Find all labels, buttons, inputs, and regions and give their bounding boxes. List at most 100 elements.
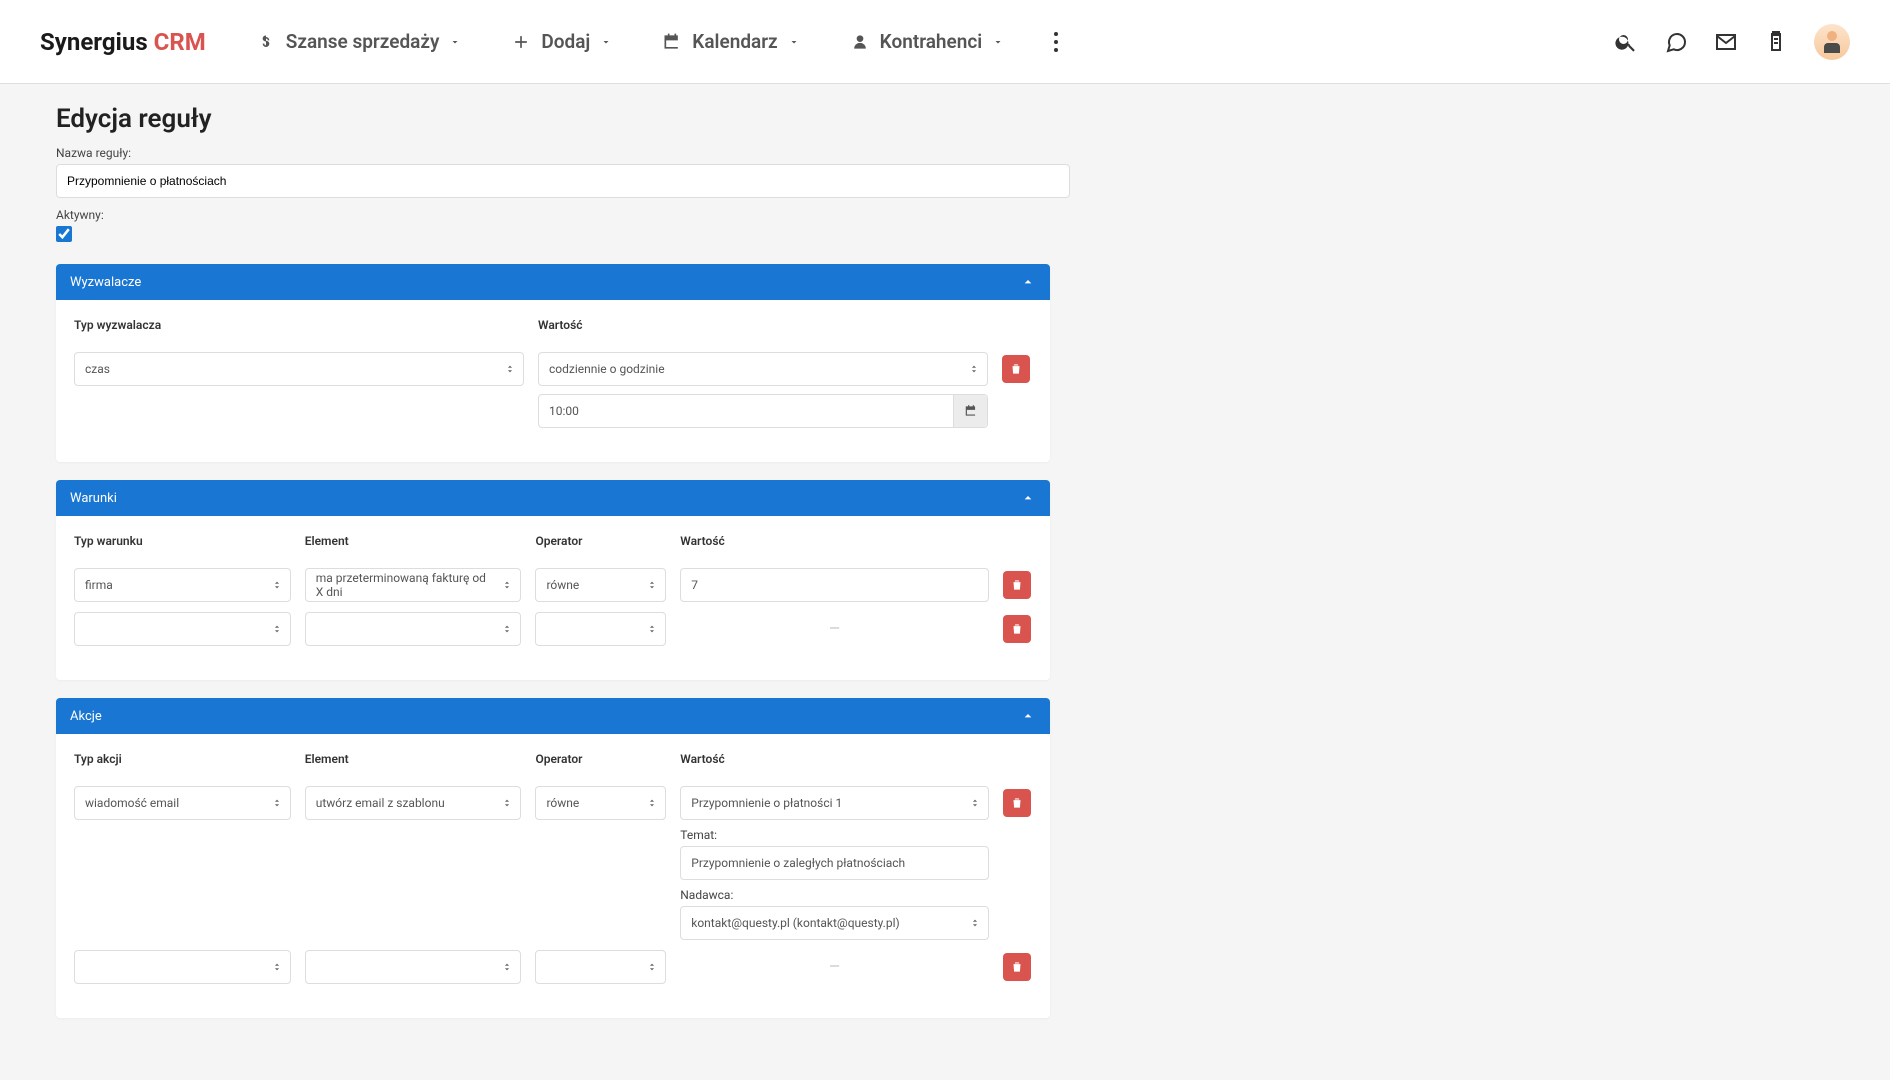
trigger-time-value: 10:00 (549, 404, 579, 418)
app-header: Synergius CRM Szanse sprzedaży Dodaj Kal… (0, 0, 1890, 84)
chevron-down-icon (788, 36, 800, 48)
time-picker-button[interactable] (953, 395, 987, 427)
conditions-header-label: Warunki (70, 491, 117, 506)
nav-add-label: Dodaj (541, 30, 590, 53)
act-operator-col-label: Operator (535, 752, 666, 766)
cond-delete-button[interactable] (1003, 571, 1031, 599)
act-template-select[interactable]: Przypomnienie o płatności 1 (680, 786, 988, 820)
action-row: wiadomość email utwórz email z szablonu … (74, 786, 1032, 940)
cond-value-col-label: Wartość (680, 534, 988, 548)
act-subject-label: Temat: (680, 828, 988, 842)
calendar-icon (662, 32, 682, 52)
act-type-value: wiadomość email (85, 796, 179, 810)
top-nav: Szanse sprzedaży Dodaj Kalendarz Kontrah… (256, 30, 1614, 53)
condition-row: — (74, 612, 1032, 646)
nav-sales-label: Szanse sprzedaży (286, 30, 440, 53)
page-title: Edycja reguły (56, 104, 1384, 134)
act-template-value: Przypomnienie o płatności 1 (691, 796, 842, 810)
person-icon (850, 32, 870, 52)
act-operator-select[interactable] (535, 950, 666, 984)
cond-delete-button[interactable] (1003, 615, 1031, 643)
logo: Synergius CRM (40, 28, 206, 56)
act-delete-button[interactable] (1003, 789, 1031, 817)
chevron-up-icon (1020, 274, 1036, 290)
cond-type-value: firma (85, 578, 113, 592)
act-operator-value: równe (546, 796, 579, 810)
chevron-down-icon (992, 36, 1004, 48)
rule-name-label: Nazwa reguły: (56, 146, 1384, 160)
cond-operator-col-label: Operator (535, 534, 666, 548)
conditions-card: Warunki Typ warunku Element Operator War… (56, 480, 1050, 680)
chat-icon[interactable] (1664, 30, 1688, 54)
triggers-header[interactable]: Wyzwalacze (56, 264, 1050, 300)
chevron-up-icon (1020, 708, 1036, 724)
cond-operator-select[interactable] (535, 612, 666, 646)
triggers-card: Wyzwalacze Typ wyzwalacza Wartość czas c (56, 264, 1050, 462)
cond-element-select[interactable] (305, 612, 522, 646)
select-arrows-icon (969, 362, 979, 376)
cond-element-select[interactable]: ma przeterminowaną fakturę od X dni (305, 568, 522, 602)
actions-header[interactable]: Akcje (56, 698, 1050, 734)
act-type-col-label: Typ akcji (74, 752, 291, 766)
active-checkbox[interactable] (56, 226, 72, 242)
trigger-freq-select[interactable]: codziennie o godzinie (538, 352, 988, 386)
act-element-select[interactable]: utwórz email z szablonu (305, 786, 522, 820)
trigger-delete-button[interactable] (1002, 355, 1030, 383)
cond-element-col-label: Element (305, 534, 522, 548)
trigger-type-col-label: Typ wyzwalacza (74, 318, 524, 332)
cond-value-input[interactable]: 7 (680, 568, 988, 602)
nav-sales[interactable]: Szanse sprzedaży (256, 30, 462, 53)
select-arrows-icon (505, 362, 515, 376)
actions-card: Akcje Typ akcji Element Operator Wartość… (56, 698, 1050, 1018)
trigger-time-input[interactable]: 10:00 (538, 394, 988, 428)
nav-contractors[interactable]: Kontrahenci (850, 30, 1005, 53)
kebab-icon (1054, 40, 1058, 44)
logo-main: Synergius (40, 28, 148, 56)
act-sender-select[interactable]: kontakt@questy.pl (kontakt@questy.pl) (680, 906, 988, 940)
cond-type-select[interactable] (74, 612, 291, 646)
logo-accent: CRM (154, 28, 206, 56)
conditions-header[interactable]: Warunki (56, 480, 1050, 516)
cond-element-value: ma przeterminowaną fakturę od X dni (316, 571, 491, 599)
header-actions (1614, 24, 1850, 60)
act-type-select[interactable] (74, 950, 291, 984)
actions-header-label: Akcje (70, 709, 102, 724)
plus-icon (511, 32, 531, 52)
act-element-col-label: Element (305, 752, 522, 766)
act-element-select[interactable] (305, 950, 522, 984)
mail-icon[interactable] (1714, 30, 1738, 54)
nav-add[interactable]: Dodaj (511, 30, 612, 53)
cond-type-col-label: Typ warunku (74, 534, 291, 548)
cond-value-empty: — (680, 612, 988, 646)
trigger-type-value: czas (85, 362, 110, 376)
cond-type-select[interactable]: firma (74, 568, 291, 602)
nav-calendar[interactable]: Kalendarz (662, 30, 799, 53)
condition-row: firma ma przeterminowaną fakturę od X dn… (74, 568, 1032, 602)
chevron-down-icon (449, 36, 461, 48)
act-value-empty: — (680, 950, 988, 984)
triggers-header-label: Wyzwalacze (70, 275, 141, 290)
nav-calendar-label: Kalendarz (692, 30, 777, 53)
act-type-select[interactable]: wiadomość email (74, 786, 291, 820)
search-icon[interactable] (1614, 30, 1638, 54)
cond-value-text: 7 (691, 578, 698, 592)
act-delete-button[interactable] (1003, 953, 1031, 981)
clipboard-icon[interactable] (1764, 30, 1788, 54)
nav-contractors-label: Kontrahenci (880, 30, 983, 53)
rule-name-input[interactable] (56, 164, 1070, 198)
act-sender-label: Nadawca: (680, 888, 988, 902)
act-operator-select[interactable]: równe (535, 786, 666, 820)
cond-operator-select[interactable]: równe (535, 568, 666, 602)
page-content: Edycja reguły Nazwa reguły: Aktywny: Wyz… (0, 84, 1440, 1058)
cond-operator-value: równe (546, 578, 579, 592)
act-subject-input[interactable]: Przypomnienie o zaległych płatnościach (680, 846, 988, 880)
active-label: Aktywny: (56, 208, 1384, 222)
act-element-value: utwórz email z szablonu (316, 796, 445, 810)
chevron-up-icon (1020, 490, 1036, 506)
trigger-freq-value: codziennie o godzinie (549, 362, 665, 376)
avatar[interactable] (1814, 24, 1850, 60)
act-subject-value: Przypomnienie o zaległych płatnościach (691, 856, 905, 870)
act-value-col-label: Wartość (680, 752, 988, 766)
trigger-type-select[interactable]: czas (74, 352, 524, 386)
nav-more[interactable] (1054, 40, 1058, 44)
